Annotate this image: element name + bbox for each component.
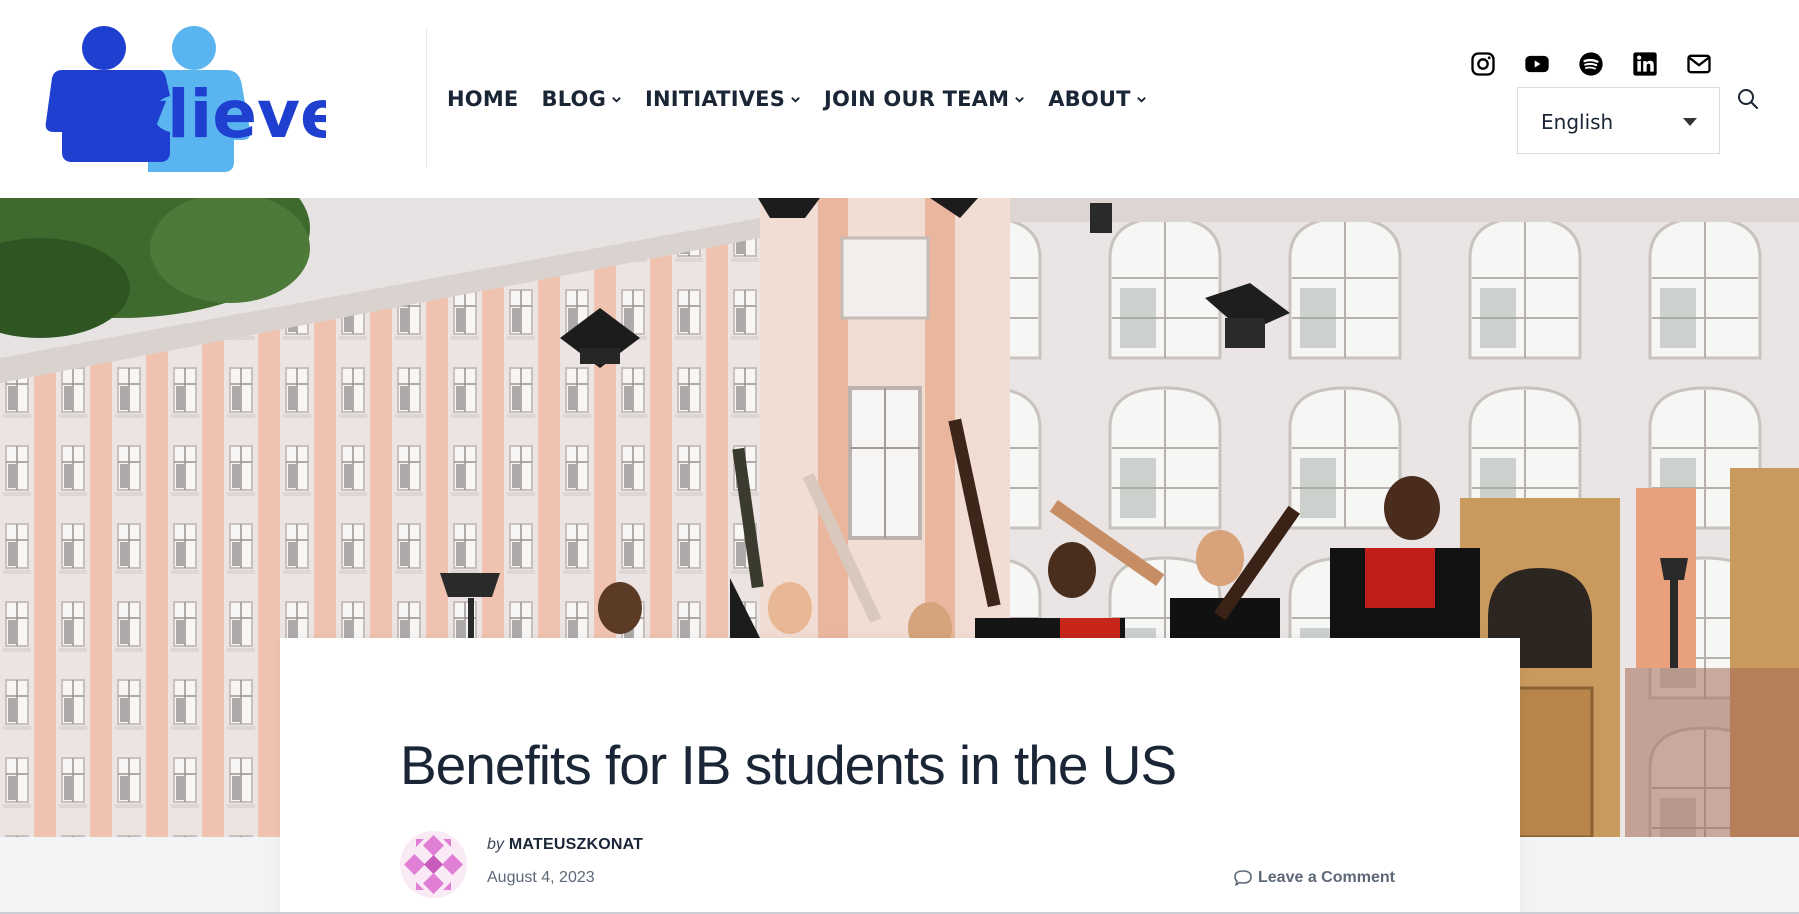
leave-comment-link[interactable]: Leave a Comment bbox=[1233, 868, 1395, 888]
spotify-icon[interactable] bbox=[1577, 50, 1605, 78]
byline-prefix: by bbox=[487, 836, 504, 853]
site-header: vlieve HOME BLOG INITIATIVES JOIN OUR TE… bbox=[0, 0, 1799, 198]
author-avatar[interactable] bbox=[400, 831, 467, 898]
social-links bbox=[1469, 50, 1739, 78]
nav-item-label: BLOG bbox=[541, 87, 607, 111]
nav-item-join-our-team[interactable]: JOIN OUR TEAM bbox=[824, 87, 1025, 111]
caret-down-icon bbox=[1683, 118, 1697, 126]
language-select[interactable]: English bbox=[1517, 87, 1720, 154]
post-byline: by MATEUSZKONAT bbox=[487, 836, 643, 854]
comment-icon bbox=[1234, 870, 1252, 886]
chevron-down-icon bbox=[1015, 96, 1025, 103]
nav-item-initiatives[interactable]: INITIATIVES bbox=[645, 87, 801, 111]
post-title: Benefits for IB students in the US bbox=[400, 734, 1177, 796]
youtube-icon[interactable] bbox=[1523, 50, 1551, 78]
post-date: August 4, 2023 bbox=[487, 869, 595, 886]
nav-item-label: ABOUT bbox=[1048, 87, 1131, 111]
search-icon[interactable] bbox=[1736, 87, 1760, 111]
linkedin-icon[interactable] bbox=[1631, 50, 1659, 78]
nav-item-home[interactable]: HOME bbox=[447, 87, 518, 111]
chevron-down-icon bbox=[612, 96, 621, 103]
nav-item-blog[interactable]: BLOG bbox=[541, 87, 622, 111]
avatar-identicon bbox=[400, 831, 467, 898]
chevron-down-icon bbox=[1136, 96, 1146, 103]
nav-item-label: INITIATIVES bbox=[645, 87, 786, 111]
nav-item-label: HOME bbox=[447, 87, 519, 111]
leave-comment-label: Leave a Comment bbox=[1258, 869, 1395, 886]
mail-icon[interactable] bbox=[1685, 50, 1713, 78]
nav-item-about[interactable]: ABOUT bbox=[1048, 87, 1147, 111]
nav-item-label: JOIN OUR TEAM bbox=[824, 87, 1010, 111]
logo-wordmark: vlieve bbox=[124, 76, 326, 153]
author-link[interactable]: MATEUSZKONAT bbox=[509, 836, 643, 853]
site-logo[interactable]: vlieve bbox=[36, 24, 345, 172]
primary-nav: HOME BLOG INITIATIVES JOIN OUR TEAM ABOU… bbox=[447, 84, 1170, 114]
post-card: Benefits for IB students in the US by MAT… bbox=[280, 638, 1520, 914]
instagram-icon[interactable] bbox=[1469, 50, 1497, 78]
header-divider bbox=[426, 29, 427, 168]
chevron-down-icon bbox=[791, 96, 800, 103]
logo-graphic: vlieve bbox=[45, 26, 345, 172]
language-select-value: English bbox=[1541, 110, 1614, 134]
